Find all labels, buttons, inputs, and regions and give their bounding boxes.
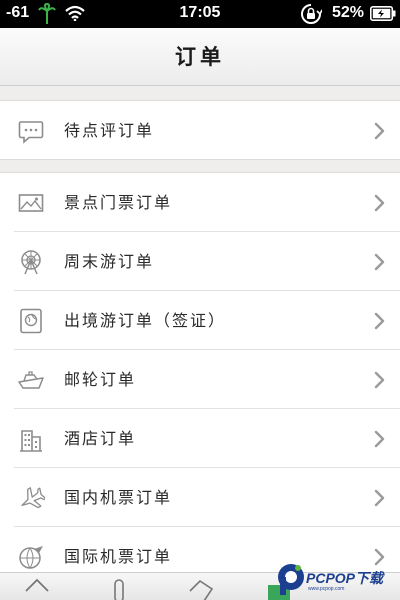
chevron-right-icon [374, 312, 385, 330]
hotel-building-icon [20, 430, 42, 452]
watermark-brand: PCPOP下载 [306, 570, 384, 586]
status-bar: -61 17:05 52% [0, 0, 400, 28]
list-item-attraction-tickets[interactable]: 景点门票订单 [0, 173, 400, 232]
list-item-label: 酒店订单 [64, 429, 137, 448]
list-group-orders: 景点门票订单 周末游订单 出境游订单（签证） 邮轮订单 酒店订单 国内机票订单 … [0, 172, 400, 592]
list-group-reviews: 待点评订单 [0, 100, 400, 160]
ticket-icon[interactable] [186, 577, 216, 600]
list-item-pending-review[interactable]: 待点评订单 [0, 101, 400, 160]
microphone-icon[interactable] [104, 577, 134, 600]
chevron-right-icon [374, 430, 385, 448]
watermark-logo: PCPOP下载 www.pcpop.com [272, 560, 400, 600]
ticket-landscape-icon [18, 194, 44, 212]
passport-globe-icon [20, 308, 42, 334]
list-item-label: 邮轮订单 [64, 370, 137, 389]
list-item-weekend-trips[interactable]: 周末游订单 [0, 232, 400, 291]
chevron-right-icon [374, 194, 385, 212]
comment-icon [18, 121, 44, 144]
list-item-label: 待点评订单 [64, 121, 155, 140]
chevron-right-icon [374, 122, 385, 140]
rotation-lock-icon [301, 4, 322, 24]
list-item-hotel-orders[interactable]: 酒店订单 [0, 409, 400, 468]
page-title: 订单 [175, 44, 225, 69]
chevron-right-icon [374, 253, 385, 271]
chevron-right-icon [374, 371, 385, 389]
list-item-domestic-flights[interactable]: 国内机票订单 [0, 468, 400, 527]
list-item-label: 周末游订单 [64, 252, 155, 271]
list-item-outbound-travel-visa[interactable]: 出境游订单（签证） [0, 291, 400, 350]
battery-percentage: 52% [332, 4, 365, 21]
battery-charging-icon [370, 6, 396, 21]
cruise-ship-icon [18, 371, 44, 389]
list-item-label: 景点门票订单 [64, 193, 173, 212]
pcpop-logo-icon [278, 564, 304, 595]
globe-plane-icon [19, 546, 43, 569]
watermark-sub: www.pcpop.com [308, 586, 345, 592]
ferris-wheel-icon [21, 250, 41, 275]
airplane-icon [21, 487, 45, 509]
list-item-cruise-orders[interactable]: 邮轮订单 [0, 350, 400, 409]
list-item-label: 国内机票订单 [64, 488, 173, 507]
home-icon[interactable] [22, 577, 52, 600]
chevron-right-icon [374, 489, 385, 507]
list-item-label: 出境游订单（签证） [64, 311, 227, 330]
navigation-header: 订单 [0, 28, 400, 86]
